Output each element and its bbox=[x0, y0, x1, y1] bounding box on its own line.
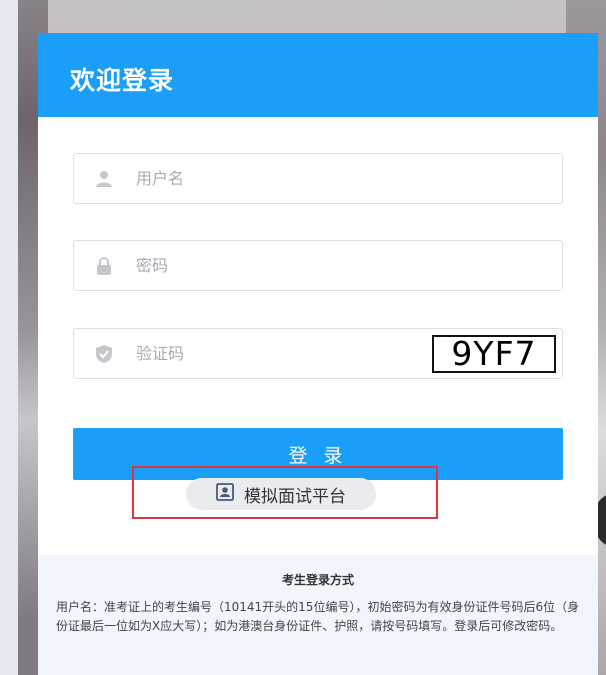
username-field[interactable] bbox=[73, 153, 563, 204]
lock-icon bbox=[94, 256, 114, 276]
password-input[interactable] bbox=[136, 241, 436, 290]
shield-check-icon bbox=[94, 344, 114, 364]
password-field[interactable] bbox=[73, 240, 563, 291]
mock-interview-button[interactable]: 模拟面试平台 bbox=[186, 478, 376, 510]
user-icon bbox=[94, 169, 114, 189]
login-header: 欢迎登录 bbox=[38, 33, 598, 117]
login-title: 欢迎登录 bbox=[70, 66, 175, 95]
username-input[interactable] bbox=[136, 154, 436, 203]
captcha-field[interactable]: 9YF7 bbox=[73, 328, 563, 379]
captcha-image[interactable]: 9YF7 bbox=[432, 335, 556, 373]
login-card: 欢迎登录 9YF7 登 录 考生登录方式 bbox=[38, 33, 598, 675]
id-card-icon bbox=[216, 482, 234, 506]
instructions-text: 用户名：准考证上的考生编号（10141开头的15位编号），初始密码为有效身份证件… bbox=[56, 600, 580, 633]
captcha-input[interactable] bbox=[136, 329, 436, 378]
instructions-title: 考生登录方式 bbox=[281, 573, 354, 587]
mock-interview-label: 模拟面试平台 bbox=[244, 486, 346, 507]
